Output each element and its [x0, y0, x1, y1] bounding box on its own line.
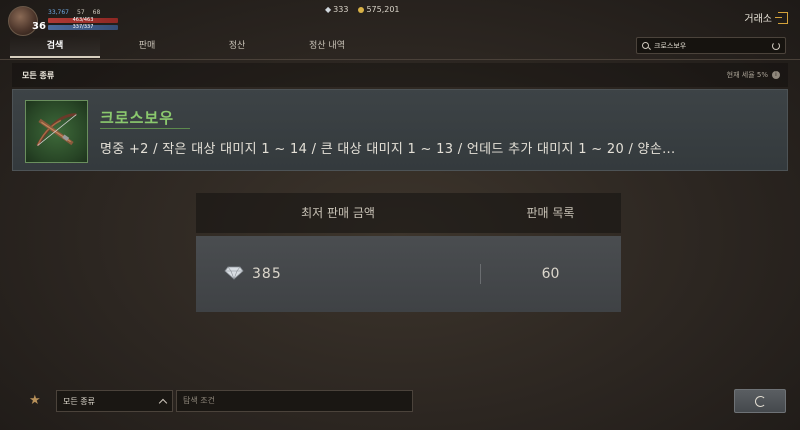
status-bar: 36 33,767 57 68 463/463 337/337 ◆ 333 575…: [0, 0, 800, 36]
search-input[interactable]: 크로스보우: [636, 37, 786, 54]
price-value: 385: [252, 266, 282, 282]
crossbow-icon: [25, 100, 88, 163]
search-icon: [642, 42, 649, 49]
category-filter-value: 모든 종류: [63, 396, 95, 406]
chevron-up-icon: [158, 398, 168, 407]
page-title: 거래소: [744, 10, 788, 25]
item-description: 명중 +2 / 작은 대상 대미지 1 ~ 14 / 큰 대상 대미지 1 ~ …: [100, 142, 676, 157]
gem-value: 333: [333, 5, 349, 14]
search-input-value[interactable]: 크로스보우: [654, 41, 767, 51]
gem-icon: ◆: [325, 5, 332, 14]
gem-count: ◆ 333: [325, 5, 348, 14]
exit-icon[interactable]: [775, 11, 788, 24]
category-label: 모든 종류: [22, 71, 55, 80]
diamond-icon: [224, 266, 244, 280]
refresh-icon: [754, 395, 766, 407]
item-name: 크로스보우: [100, 109, 175, 127]
tab-sell[interactable]: 판매: [102, 36, 192, 58]
tax-rate-text: 현재 세율 5%: [726, 71, 768, 79]
tab-settlement[interactable]: 정산: [192, 36, 282, 58]
item-card[interactable]: 크로스보우 명중 +2 / 작은 대상 대미지 1 ~ 14 / 큰 대상 대미…: [12, 89, 788, 171]
price-table-header: 최저 판매 금액 판매 목록: [196, 193, 621, 233]
player-level: 36: [32, 21, 46, 32]
tab-search[interactable]: 검색: [10, 36, 100, 58]
header-divider: [0, 59, 800, 60]
favorite-star-icon[interactable]: ★: [29, 393, 41, 408]
column-lowest-price: 최저 판매 금액: [301, 206, 375, 220]
category-strip: 모든 종류 현재 세율 5% i: [12, 63, 788, 87]
info-icon[interactable]: i: [772, 71, 780, 79]
gold-count: 575,201: [358, 5, 400, 14]
player-stats: 33,767 57 68: [48, 9, 100, 16]
table-row[interactable]: 385 60: [196, 236, 621, 312]
tab-settlement-history[interactable]: 정산 내역: [282, 36, 372, 58]
tax-rate: 현재 세율 5% i: [727, 70, 780, 80]
hp-bar: 463/463: [48, 18, 118, 23]
loading-icon: [772, 41, 780, 50]
gold-value: 575,201: [366, 5, 400, 14]
stat-2: 57: [77, 9, 85, 16]
search-condition-input[interactable]: 탐색 조건: [176, 390, 413, 412]
refresh-button[interactable]: [734, 389, 786, 413]
tab-bar: 검색 판매 정산 정산 내역: [10, 36, 372, 58]
gold-coin-icon: [358, 6, 365, 13]
column-listings: 판매 목록: [526, 206, 575, 220]
page-title-text: 거래소: [744, 14, 772, 25]
item-name-underline: [100, 128, 190, 129]
currency-display: ◆ 333 575,201: [325, 5, 400, 14]
category-filter-select[interactable]: 모든 종류: [56, 390, 173, 412]
stat-blue: 33,767: [48, 9, 69, 16]
stat-3: 68: [92, 9, 101, 16]
mp-bar: 337/337: [48, 25, 118, 30]
listing-count: 60: [541, 266, 560, 282]
